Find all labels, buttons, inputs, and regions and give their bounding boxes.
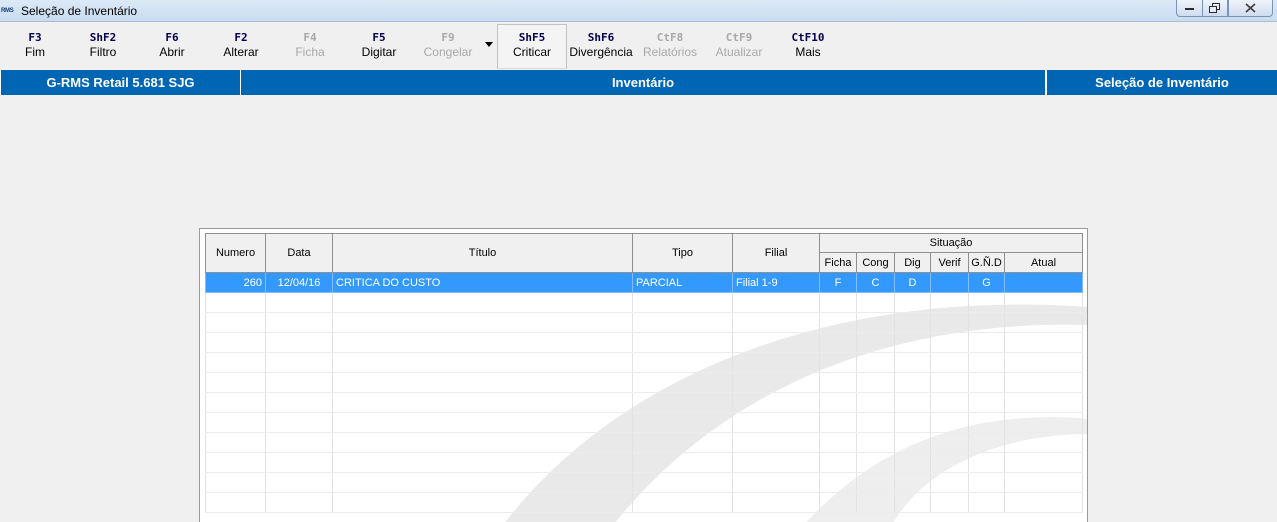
minimize-button[interactable] (1176, 0, 1203, 17)
shortcut-key: F4 (303, 31, 317, 44)
column-header-titulo[interactable]: Título (332, 233, 633, 273)
cell-numero: 260 (205, 272, 266, 293)
toolbar-button-alterar[interactable]: F2 Alterar (206, 30, 276, 60)
column-header-ficha[interactable]: Ficha (819, 252, 857, 273)
cell-atual (1003, 272, 1084, 293)
cell-data: 12/04/16 (265, 272, 333, 293)
column-header-dig[interactable]: Dig (894, 252, 931, 273)
shortcut-key: F2 (234, 31, 248, 44)
toolbar-button-divergencia[interactable]: ShF6 Divergência (566, 30, 636, 60)
toolbar-button-fim[interactable]: F3 Fim (0, 30, 70, 60)
toolbar-button-abrir[interactable]: F6 Abrir (137, 30, 207, 60)
empty-row (205, 392, 1084, 413)
column-header-filial[interactable]: Filial (732, 233, 820, 273)
cell-tipo: PARCIAL (632, 272, 733, 293)
system-version-label: G-RMS Retail 5.681 SJG (0, 70, 241, 95)
toolbar-button-relatorios[interactable]: CtF8 Relatórios (635, 30, 705, 60)
shortcut-key: F6 (165, 31, 179, 44)
toolbar-button-mais[interactable]: CtF10 Mais (773, 30, 843, 60)
window-title: Seleção de Inventário (21, 4, 138, 18)
column-group-situacao: Situação (818, 233, 1084, 253)
empty-row (205, 332, 1084, 353)
button-label: Criticar (513, 45, 551, 59)
close-button[interactable] (1228, 0, 1273, 17)
button-label: Ficha (295, 45, 325, 59)
table-row[interactable]: 260 12/04/16 CRITICA DO CUSTO PARCIAL Fi… (205, 272, 1084, 293)
app-logo-icon: RMS (1, 8, 14, 14)
empty-row (205, 372, 1084, 393)
shortcut-key: CtF9 (725, 31, 753, 44)
restore-icon (1209, 2, 1220, 13)
toolbar-button-filtro[interactable]: ShF2 Filtro (68, 30, 138, 60)
column-header-gnd[interactable]: G.Ñ.D (968, 252, 1005, 273)
screen-name-label: Seleção de Inventário (1046, 70, 1277, 95)
column-header-atual[interactable]: Atual (1003, 252, 1084, 273)
button-label: Digitar (361, 45, 397, 59)
shortcut-key: F3 (28, 31, 42, 44)
shortcut-key: CtF8 (656, 31, 684, 44)
close-icon (1245, 3, 1256, 13)
toolbar-button-criticar[interactable]: ShF5 Criticar (497, 24, 567, 69)
cell-ficha: F (819, 272, 857, 293)
shortcut-key: F9 (441, 31, 455, 44)
button-label: Mais (795, 45, 821, 59)
congelar-dropdown-icon[interactable] (485, 42, 493, 47)
toolbar-button-ficha[interactable]: F4 Ficha (275, 30, 345, 60)
toolbar-button-digitar[interactable]: F5 Digitar (344, 30, 414, 60)
button-label: Abrir (159, 45, 185, 59)
shortcut-key: CtF10 (791, 31, 825, 44)
empty-row (205, 412, 1084, 433)
column-header-verif[interactable]: Verif (930, 252, 969, 273)
column-header-data[interactable]: Data (265, 233, 333, 273)
column-header-cong[interactable]: Cong (856, 252, 895, 273)
cell-titulo: CRITICA DO CUSTO (332, 272, 633, 293)
empty-row (205, 492, 1084, 513)
toolbar-button-atualizar[interactable]: CtF9 Atualizar (704, 30, 774, 60)
button-label: Divergência (569, 45, 633, 59)
function-key-toolbar: F3 Fim ShF2 Filtro F6 Abrir F2 Alterar F… (0, 23, 1277, 69)
minimize-icon (1185, 8, 1194, 10)
column-header-numero[interactable]: Numero (205, 233, 266, 273)
empty-row (205, 292, 1084, 313)
cell-filial: Filial 1-9 (732, 272, 820, 293)
shortcut-key: ShF6 (587, 31, 615, 44)
empty-row (205, 472, 1084, 493)
column-header-tipo[interactable]: Tipo (632, 233, 733, 273)
cell-dig: D (894, 272, 931, 293)
button-label: Relatórios (642, 45, 698, 59)
empty-row (205, 452, 1084, 473)
restore-button[interactable] (1202, 0, 1228, 17)
status-bar: G-RMS Retail 5.681 SJG Inventário Seleçã… (0, 70, 1277, 95)
cell-gnd: G (968, 272, 1005, 293)
cell-cong: C (856, 272, 895, 293)
empty-row (205, 432, 1084, 453)
button-label: Congelar (423, 45, 473, 59)
toolbar-button-congelar[interactable]: F9 Congelar (413, 30, 483, 60)
module-label: Inventário (241, 70, 1046, 95)
inventory-table: Numero Data Título Tipo Filial Situação … (205, 233, 1084, 513)
shortcut-key: ShF2 (89, 31, 117, 44)
shortcut-key: F5 (372, 31, 386, 44)
cell-verif (930, 272, 969, 293)
button-label: Atualizar (715, 45, 763, 59)
inventory-grid-panel: Numero Data Título Tipo Filial Situação … (199, 228, 1088, 522)
button-label: Fim (25, 45, 45, 59)
empty-row (205, 352, 1084, 373)
button-label: Alterar (223, 45, 259, 59)
button-label: Filtro (89, 45, 117, 59)
empty-row (205, 312, 1084, 333)
shortcut-key: ShF5 (518, 31, 546, 44)
title-bar: RMS Seleção de Inventário (0, 0, 1277, 22)
